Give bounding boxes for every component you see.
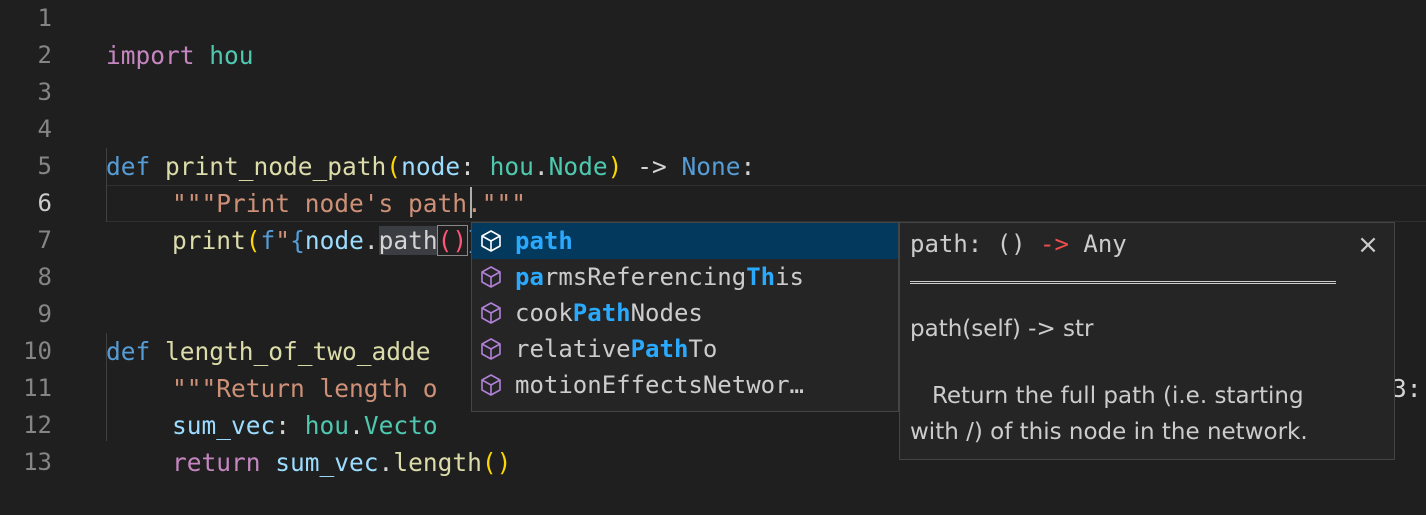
docstring: """Print node's path.""" (172, 189, 527, 218)
code-line-1[interactable]: import hou (0, 0, 254, 70)
paren: ( (245, 226, 261, 255)
paren: ) (607, 152, 623, 181)
builtin-print: print (172, 226, 246, 255)
call-parens-matched: () (436, 225, 469, 256)
signature: path: () -> Any (910, 230, 1127, 258)
dot: . (349, 411, 364, 440)
method-cube-icon (481, 230, 501, 252)
function-name: length_of_two_adde (165, 337, 431, 366)
code-editor[interactable]: 1 2 3 4 5 6 7 8 9 10 11 12 13 import hou… (0, 0, 1426, 515)
colon: : (740, 152, 756, 181)
divider (910, 281, 1336, 284)
dot: . (363, 226, 379, 255)
fstring-prefix: f (260, 226, 276, 255)
suggestion-label: path (515, 227, 573, 255)
method-name: length (393, 448, 482, 477)
method-cube-icon (481, 338, 501, 360)
function-name: print_node_path (165, 152, 387, 181)
suggestion-label: relativePathTo (515, 335, 718, 363)
param-name: node (401, 152, 461, 181)
code-line-4[interactable]: def print_node_path(node: hou.Node) -> N… (0, 111, 755, 181)
close-icon[interactable]: × (1354, 231, 1382, 259)
method-cube-icon (481, 374, 501, 396)
code-line-6[interactable]: print(f"{node.path()}") (0, 185, 511, 256)
autocomplete-list[interactable]: path parmsReferencingThis cookPathNodes … (471, 222, 899, 412)
keyword-return: return (172, 448, 261, 477)
suggestion-label: motionEffectsNetwor… (515, 371, 804, 399)
docstring: """Return length o (172, 374, 438, 403)
dot: . (533, 152, 549, 181)
code-line-12[interactable]: return sum_vec.length() (0, 407, 511, 477)
text-cursor (470, 187, 472, 218)
class-name: Vecto (363, 411, 438, 440)
colon: : (275, 411, 291, 440)
suggestion-label: parmsReferencingThis (515, 263, 805, 291)
module-name: hou (209, 41, 254, 70)
paren: ( (386, 152, 402, 181)
keyword-def: def (106, 337, 151, 366)
return-type: None (681, 152, 741, 181)
suggestion-label: cookPathNodes (515, 299, 703, 327)
module-name: hou (489, 152, 534, 181)
variable: node (304, 226, 364, 255)
attribute-highlighted: path (378, 226, 438, 255)
suggestion-item[interactable]: cookPathNodes (472, 295, 898, 331)
variable: sum_vec (275, 448, 379, 477)
variable: sum_vec (172, 411, 276, 440)
dot: . (378, 448, 394, 477)
suggestion-item[interactable]: parmsReferencingThis (472, 259, 898, 295)
doc-description: Return the full path (i.e. starting with… (910, 383, 1308, 445)
line-tail: 3: (1392, 374, 1422, 403)
doc-signature: path(self) -> str (910, 316, 1094, 342)
suggestion-details-panel: path: () -> Any × path(self) -> str Retu… (899, 222, 1395, 460)
class-name: Node (548, 152, 608, 181)
code-line-10[interactable]: """Return length o (0, 333, 438, 403)
module-name: hou (304, 411, 350, 440)
code-line-9[interactable]: def length_of_two_adde 3: (0, 296, 1422, 403)
suggestion-item[interactable]: relativePathTo (472, 331, 898, 367)
method-cube-icon (481, 266, 501, 288)
colon: : (460, 152, 475, 181)
suggestion-item[interactable]: motionEffectsNetwor… (472, 367, 898, 403)
code-line-5[interactable]: """Print node's path.""" (0, 148, 526, 218)
brace: { (290, 226, 305, 255)
arrow: -> (637, 152, 667, 181)
quote: " (275, 226, 291, 255)
method-cube-icon (481, 302, 501, 324)
code-line-11[interactable]: sum_vec: hou.Vecto (0, 370, 438, 440)
suggestion-item-selected[interactable]: path (472, 223, 898, 259)
keyword-def: def (106, 152, 151, 181)
keyword-import: import (106, 41, 195, 70)
